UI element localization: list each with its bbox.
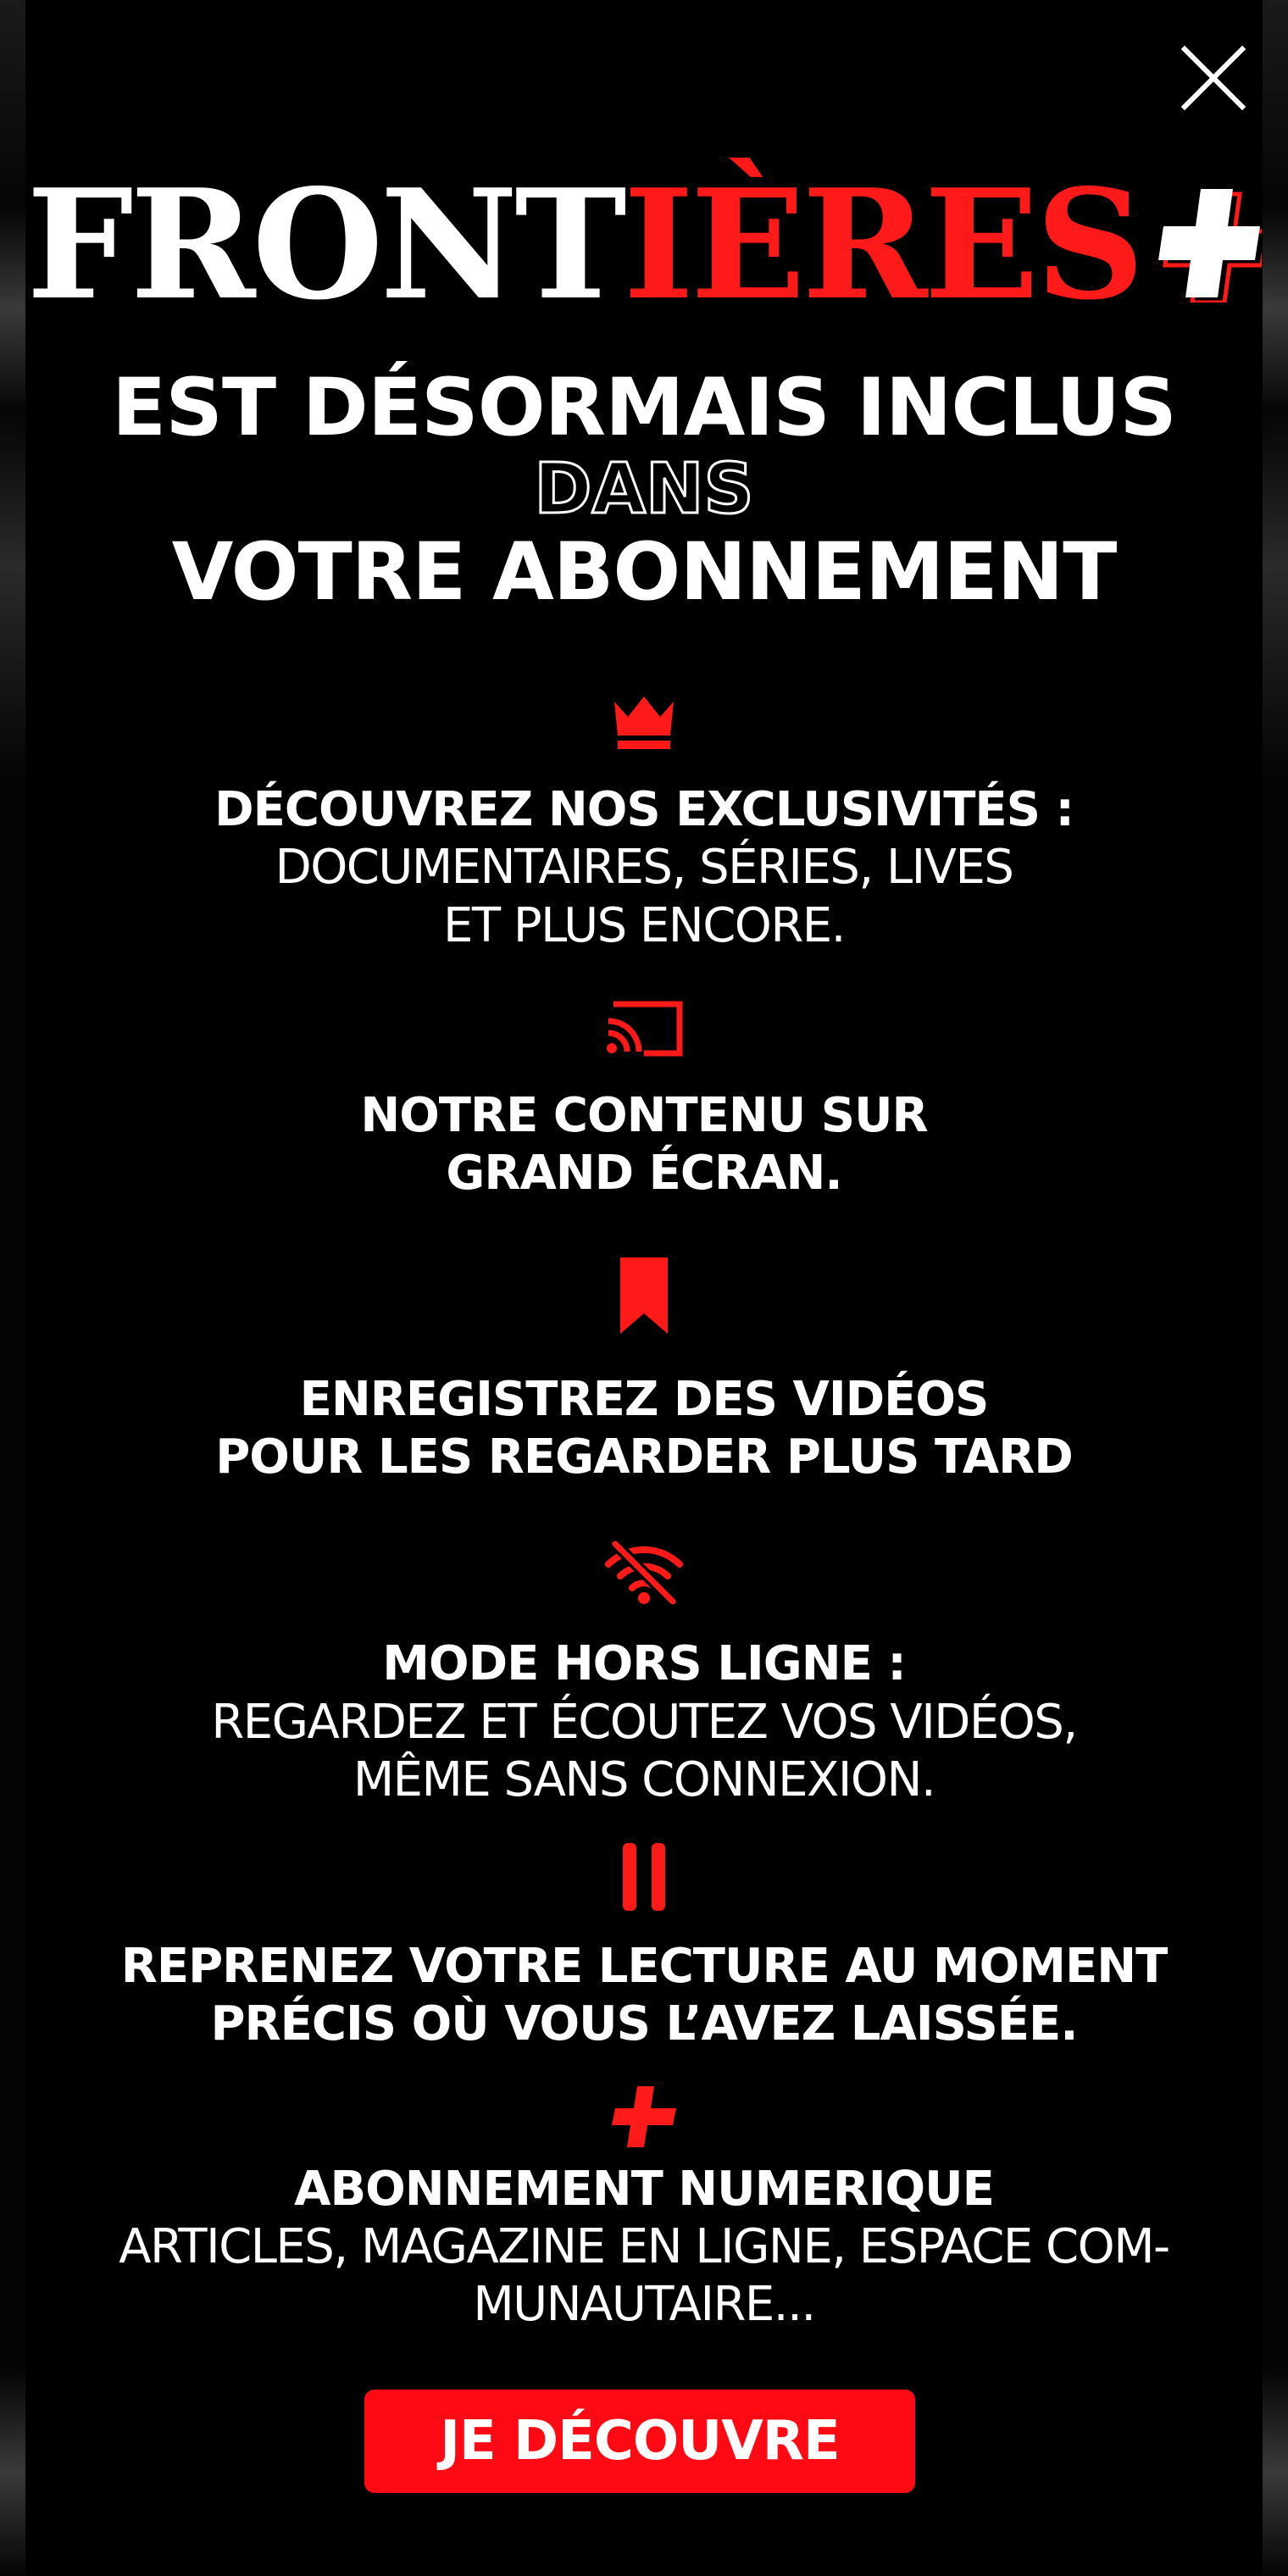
feature-title: NOTRE CONTENU SUR GRAND ÉCRAN. xyxy=(360,1087,928,1202)
plus-icon xyxy=(51,2085,1237,2147)
discover-button[interactable]: JE DÉCOUVRE xyxy=(364,2390,915,2493)
pause-icon xyxy=(51,1841,1237,1913)
close-icon xyxy=(1180,45,1246,111)
bookmark-icon xyxy=(51,1257,1237,1334)
feature-description: ARTICLES, MAGAZINE EN LIGNE, ESPACE COM-… xyxy=(119,2219,1170,2333)
feature-digital-subscription: ABONNEMENT NUMERIQUE ARTICLES, MAGAZINE … xyxy=(51,2085,1237,2334)
feature-title: DÉCOUVREZ NOS EXCLUSIVITÉS : xyxy=(214,782,1074,837)
feature-exclusives: DÉCOUVREZ NOS EXCLUSIVITÉS : DOCUMENTAIR… xyxy=(51,695,1237,955)
feature-description: DOCUMENTAIRES, SÉRIES, LIVES ET PLUS ENC… xyxy=(275,840,1014,953)
cast-icon xyxy=(51,997,1237,1057)
feature-title: ENREGISTREZ DES VIDÉOS POUR LES REGARDER… xyxy=(215,1371,1074,1485)
logo-part-white: FRONT xyxy=(26,156,627,333)
wifi-off-icon xyxy=(51,1541,1237,1606)
headline: EST DÉSORMAIS INCLUS DANS VOTRE ABONNEME… xyxy=(0,364,1288,616)
feature-big-screen: NOTRE CONTENU SUR GRAND ÉCRAN. xyxy=(51,997,1237,1203)
feature-save-videos: ENREGISTREZ DES VIDÉOS POUR LES REGARDER… xyxy=(51,1257,1237,1487)
headline-line-1: EST DÉSORMAIS INCLUS xyxy=(112,362,1177,454)
subscription-modal: FRONTIÈRES EST DÉSORMAIS INCLUS DANS VOT… xyxy=(0,0,1288,2576)
brand-logo: FRONTIÈRES xyxy=(0,169,1288,320)
headline-line-3: VOTRE ABONNEMENT xyxy=(171,525,1118,619)
feature-title: ABONNEMENT NUMERIQUE xyxy=(294,2161,995,2217)
headline-line-2-outline: DANS xyxy=(533,449,755,530)
feature-offline-mode: MODE HORS LIGNE : REGARDEZ ET ÉCOUTEZ VO… xyxy=(51,1541,1237,1809)
feature-title: REPRENEZ VOTRE LECTURE AU MOMENT PRÉCIS … xyxy=(120,1939,1169,2052)
close-button[interactable] xyxy=(1173,37,1254,119)
feature-list: DÉCOUVREZ NOS EXCLUSIVITÉS : DOCUMENTAIR… xyxy=(51,695,1237,2334)
logo-plus-icon xyxy=(1152,184,1262,303)
feature-resume-playback: REPRENEZ VOTRE LECTURE AU MOMENT PRÉCIS … xyxy=(51,1841,1237,2054)
crown-icon xyxy=(51,695,1237,751)
feature-title: MODE HORS LIGNE : xyxy=(382,1636,906,1692)
feature-description: REGARDEZ ET ÉCOUTEZ VOS VIDÉOS, MÊME SAN… xyxy=(211,1694,1078,1807)
logo-part-red: IÈRES xyxy=(623,156,1145,333)
